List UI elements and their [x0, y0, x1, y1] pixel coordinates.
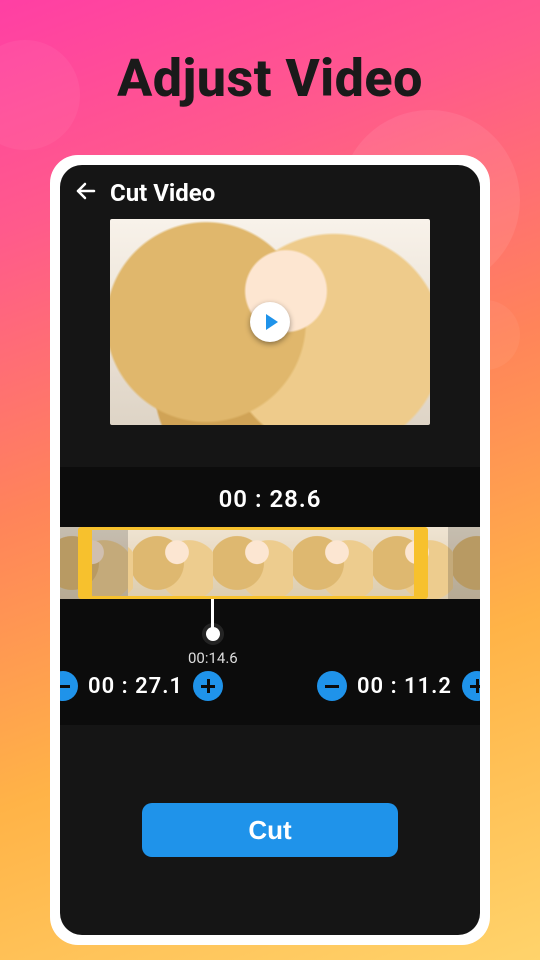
timeline-thumb [128, 527, 208, 599]
back-arrow-icon[interactable] [74, 179, 98, 207]
minus-icon [325, 685, 339, 688]
page-title: Adjust Video [0, 0, 540, 109]
timeline[interactable]: 00:14.6 [60, 527, 480, 599]
end-time: 00 : 11.2 [357, 674, 452, 699]
timeline-thumb [288, 527, 368, 599]
playhead[interactable]: 00:14.6 [188, 599, 238, 667]
timeline-thumb [368, 527, 448, 599]
play-icon [266, 314, 278, 330]
end-time-increase-button[interactable] [462, 671, 480, 701]
total-duration: 00 : 28.6 [60, 485, 480, 513]
cut-button[interactable]: Cut [142, 803, 398, 857]
trim-panel: 00 : 28.6 00:14.6 [60, 467, 480, 725]
timeline-thumb [208, 527, 288, 599]
start-time-increase-button[interactable] [193, 671, 223, 701]
plus-icon [201, 679, 215, 693]
end-time-decrease-button[interactable] [317, 671, 347, 701]
start-time: 00 : 27.1 [88, 674, 183, 699]
app-bar-title: Cut Video [110, 179, 215, 207]
playhead-time: 00:14.6 [188, 649, 238, 667]
play-button[interactable] [250, 302, 290, 342]
minus-icon [60, 685, 70, 688]
start-time-decrease-button[interactable] [60, 671, 78, 701]
video-preview [110, 219, 430, 425]
plus-icon [470, 679, 480, 693]
timeline-thumb [448, 527, 480, 599]
phone-mockup: Cut Video 00 : 28.6 [50, 155, 490, 945]
timeline-thumb [60, 527, 128, 599]
